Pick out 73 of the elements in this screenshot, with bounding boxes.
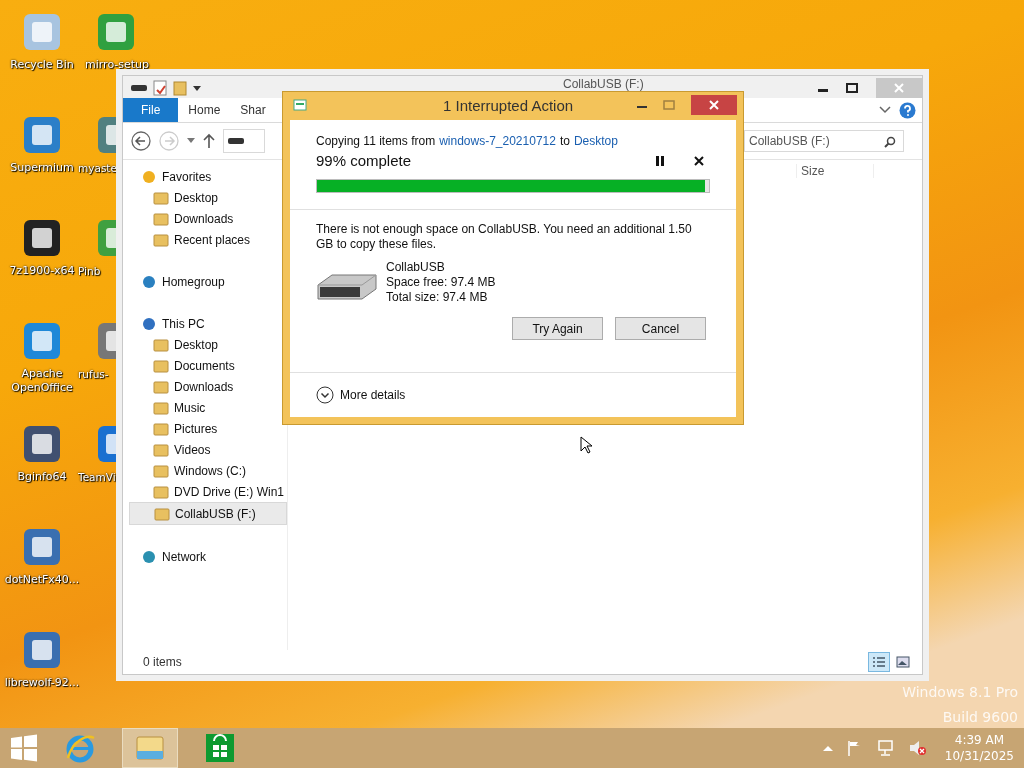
copy-text: Copying 11 items from — [316, 134, 436, 148]
copy-icon — [293, 99, 307, 111]
back-icon[interactable] — [131, 131, 151, 151]
edition-text: Windows 8.1 Pro — [902, 684, 1018, 700]
nav-item[interactable]: DVD Drive (E:) Win1 — [129, 481, 287, 502]
chevron-icon[interactable] — [879, 106, 891, 114]
destination-link[interactable]: Desktop — [573, 134, 618, 148]
try-again-button[interactable]: Try Again — [512, 317, 603, 340]
expand-icon[interactable] — [316, 386, 334, 404]
picture-view-icon — [896, 656, 910, 668]
more-details-link[interactable]: More details — [340, 388, 406, 402]
nav-item[interactable]: Pictures — [129, 418, 287, 439]
source-link[interactable]: windows-7_20210712 — [439, 134, 556, 148]
folder-icon[interactable] — [173, 79, 187, 96]
nav-item[interactable]: Network — [162, 549, 206, 564]
drive-name: CollabUSB — [386, 260, 446, 275]
folder-icon — [153, 210, 169, 227]
details-view-icon — [872, 656, 886, 668]
drive-icon — [228, 137, 244, 145]
dropdown-icon[interactable] — [193, 83, 201, 92]
address-field[interactable] — [223, 129, 265, 153]
folder-icon — [154, 505, 170, 522]
close-icon — [894, 82, 904, 93]
folder-icon — [153, 189, 169, 206]
nav-item[interactable]: Videos — [129, 439, 287, 460]
nav-item[interactable]: Homegroup — [162, 274, 225, 289]
drive-icon[interactable] — [131, 83, 147, 92]
start-icon[interactable] — [10, 734, 38, 762]
search-icon — [884, 136, 896, 148]
nav-group-icon — [141, 168, 157, 185]
folder-icon — [153, 399, 169, 416]
nav-item[interactable]: Windows (C:) — [129, 460, 287, 481]
folder-icon — [153, 441, 169, 458]
folder-icon — [153, 420, 169, 437]
close-icon — [709, 100, 719, 110]
pause-icon[interactable] — [656, 155, 664, 166]
show-hidden-icons-icon[interactable] — [822, 745, 833, 751]
up-icon[interactable] — [203, 133, 215, 149]
build-text: Build 9600 — [942, 709, 1018, 725]
details-view-button[interactable] — [868, 652, 890, 672]
help-icon[interactable] — [899, 101, 916, 119]
speaker-muted-icon[interactable] — [908, 740, 927, 756]
shopping-bag-icon — [205, 733, 235, 763]
nav-group-icon — [141, 315, 157, 332]
copy-text: to — [559, 134, 570, 148]
folder-icon — [153, 462, 169, 479]
column-header[interactable]: Size — [796, 164, 874, 178]
close-button[interactable] — [691, 95, 737, 115]
window-title: CollabUSB (F:) — [563, 77, 644, 91]
total-size-text: Total size: 97.4 MB — [386, 290, 489, 305]
ribbon-tab[interactable]: File — [123, 98, 179, 122]
nav-item[interactable]: Favorites — [162, 169, 212, 184]
status-text: 0 items — [143, 655, 182, 669]
nav-group-icon — [141, 548, 157, 565]
properties-icon[interactable] — [153, 79, 167, 96]
folder-icon — [153, 483, 169, 500]
folder-icon — [153, 357, 169, 374]
progress-label: 99% complete — [316, 152, 412, 169]
cancel-button[interactable]: Cancel — [615, 317, 706, 340]
dialog-title: 1 Interrupted Action — [443, 96, 574, 114]
cursor-icon — [580, 436, 592, 454]
folder-icon — [134, 733, 166, 763]
maximize-icon[interactable] — [846, 82, 858, 93]
space-free-text: Space free: 97.4 MB — [386, 275, 496, 290]
search-field[interactable]: CollabUSB (F:) — [744, 130, 904, 152]
folder-icon — [153, 231, 169, 248]
folder-icon — [153, 336, 169, 353]
nav-item[interactable]: This PC — [162, 316, 205, 331]
nav-group-icon — [141, 273, 157, 290]
close-icon[interactable] — [694, 155, 704, 166]
folder-icon — [153, 378, 169, 395]
nav-item[interactable]: CollabUSB (F:) — [129, 502, 287, 525]
error-message: There is not enough space on CollabUSB. You need an additional 1.50 GB to copy these files. — [316, 222, 693, 252]
